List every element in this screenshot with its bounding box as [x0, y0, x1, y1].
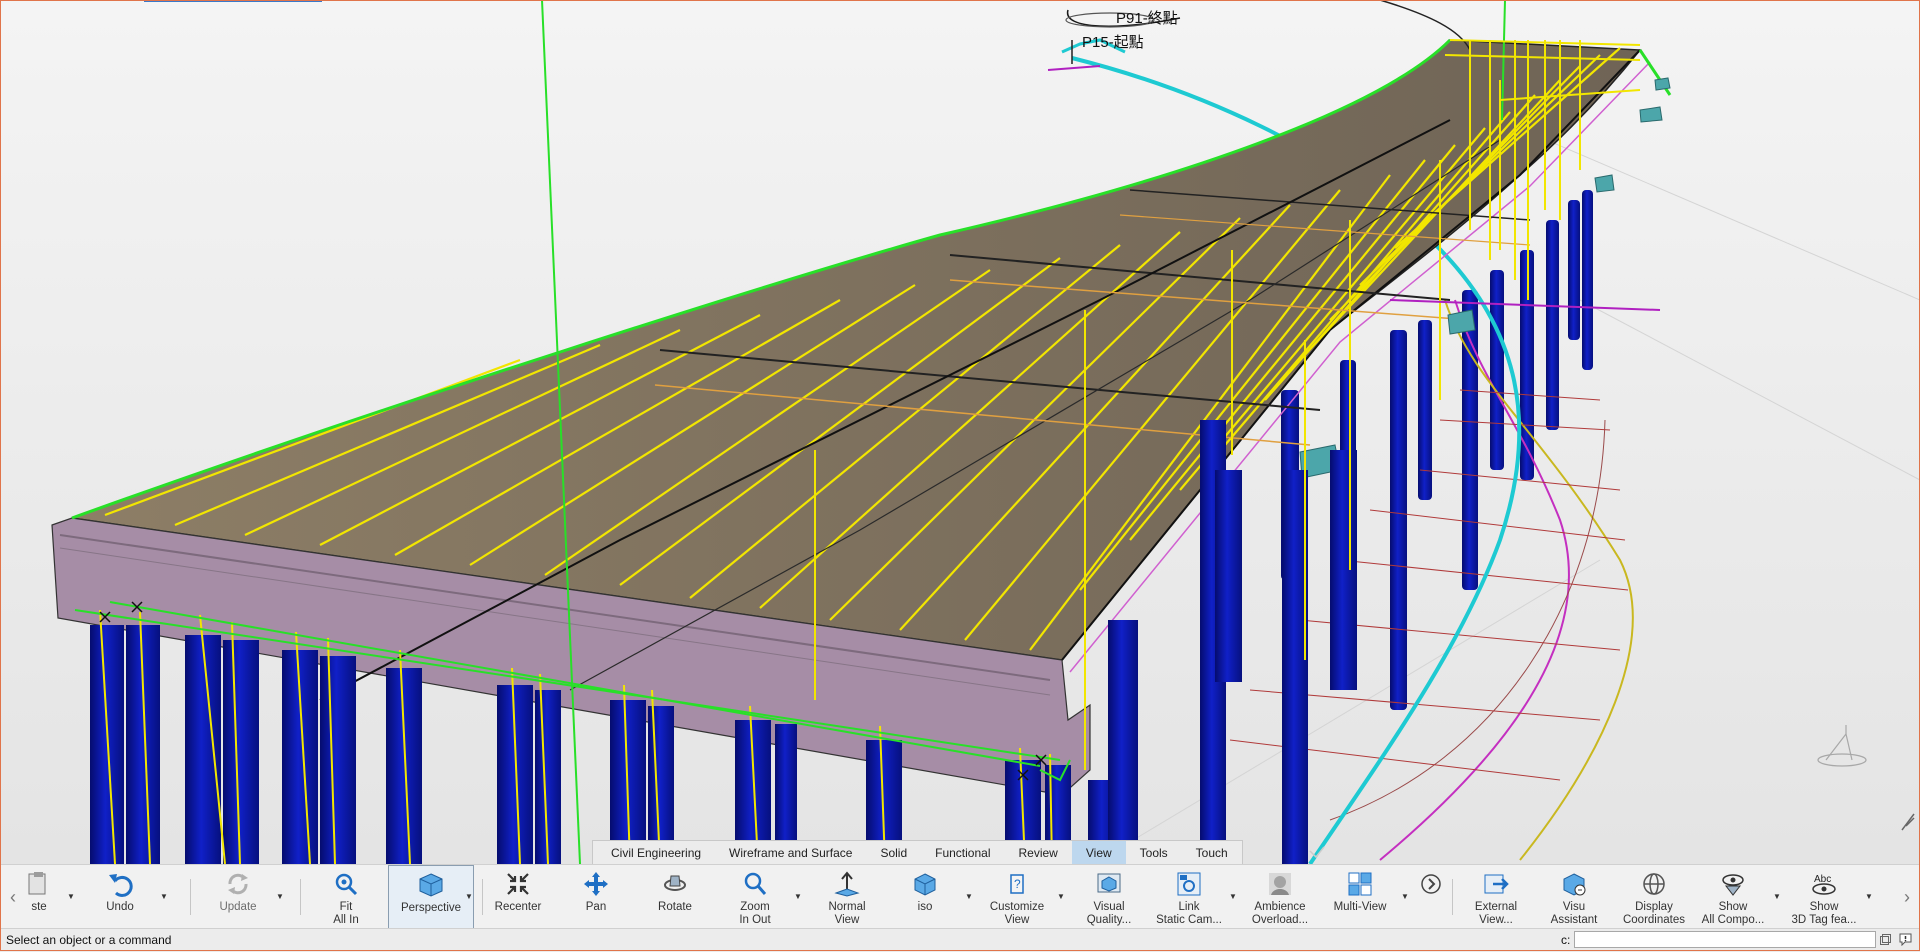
iso-dropdown-icon[interactable]: ▼ [964, 892, 974, 902]
rotate-button[interactable]: Rotate [654, 865, 696, 929]
separator [300, 879, 301, 915]
visu-assistant-icon [1559, 869, 1589, 899]
multi-view-icon [1345, 869, 1375, 899]
customize-view-dropdown-icon[interactable]: ▼ [1056, 892, 1066, 902]
separator [190, 879, 191, 915]
workbench-tab-bar: Civil Engineering Wireframe and Surface … [592, 840, 1243, 864]
perspective-cube-icon [416, 870, 446, 900]
ambience-overload-button[interactable]: Ambience Overload... [1252, 865, 1308, 929]
tab-touch[interactable]: Touch [1182, 841, 1242, 864]
show-all-components-button[interactable]: Show All Compo... [1698, 865, 1768, 929]
restore-window-icon[interactable] [1880, 934, 1891, 945]
status-message: Select an object or a command [6, 933, 172, 947]
svg-text:?: ? [1014, 877, 1021, 891]
start-point-label: P15-起點 [1082, 34, 1144, 51]
link-static-camera-button[interactable]: Link Static Cam... [1156, 865, 1222, 929]
tab-civil-engineering[interactable]: Civil Engineering [593, 841, 715, 864]
perspective-dropdown-icon[interactable]: ▼ [464, 892, 474, 902]
show-3d-tag-button[interactable]: Abc Show 3D Tag fea... [1784, 865, 1864, 929]
update-dropdown-icon[interactable]: ▼ [275, 892, 285, 902]
zoom-icon [740, 869, 770, 899]
multi-view-dropdown-icon[interactable]: ▼ [1400, 892, 1410, 902]
command-label: c: [1561, 933, 1571, 947]
perspective-button[interactable]: Perspective [388, 865, 474, 929]
update-button[interactable]: Update [214, 865, 262, 929]
recenter-icon [503, 869, 533, 899]
ambience-icon [1265, 869, 1295, 899]
link-camera-dropdown-icon[interactable]: ▼ [1228, 892, 1238, 902]
external-view-button[interactable]: External View... [1474, 865, 1518, 929]
tab-solid[interactable]: Solid [866, 841, 921, 864]
globe-coordinates-icon [1639, 869, 1669, 899]
iso-view-button[interactable]: iso [912, 865, 938, 929]
tab-view[interactable]: View [1071, 841, 1126, 864]
show-components-icon [1718, 869, 1748, 899]
undo-icon [105, 869, 135, 899]
3d-viewport[interactable]: P91-終點 P15-起點 Civil Engineering Wirefram… [0, 0, 1920, 864]
status-bar: Select an object or a command c: [0, 928, 1920, 952]
display-coordinates-button[interactable]: Display Coordinates [1622, 865, 1686, 929]
bridge-model-scene[interactable]: P91-終點 P15-起點 [0, 0, 1920, 864]
rotate-icon [660, 869, 690, 899]
zoom-in-out-button[interactable]: Zoom In Out [736, 865, 774, 929]
undo-button[interactable]: Undo [100, 865, 140, 929]
separator [482, 879, 483, 915]
paste-button[interactable]: ste [22, 865, 56, 929]
zoom-dropdown-icon[interactable]: ▼ [793, 892, 803, 902]
tab-review[interactable]: Review [1005, 841, 1072, 864]
orientation-compass-icon[interactable] [1817, 725, 1867, 767]
pan-arrows-icon [581, 869, 611, 899]
paste-icon [24, 869, 54, 899]
paste-dropdown-icon[interactable]: ▼ [66, 892, 76, 902]
recenter-button[interactable]: Recenter [494, 865, 542, 929]
fit-all-in-icon [331, 869, 361, 899]
alert-icon[interactable] [1899, 933, 1912, 946]
scroll-left-icon[interactable]: ‹ [2, 865, 24, 929]
link-camera-icon [1174, 869, 1204, 899]
multi-view-button[interactable]: Multi-View [1330, 865, 1390, 929]
undo-dropdown-icon[interactable]: ▼ [159, 892, 169, 902]
iso-cube-icon [910, 869, 940, 899]
update-icon [223, 869, 253, 899]
action-bar: ‹ ste ▼ Undo ▼ Update ▼ Fit All In Persp… [0, 864, 1920, 929]
external-view-icon [1481, 869, 1511, 899]
fit-all-in-button[interactable]: Fit All In [326, 865, 366, 929]
customize-view-button[interactable]: ? Customize View [990, 865, 1044, 929]
visual-quality-icon [1094, 869, 1124, 899]
normal-view-button[interactable]: Normal View [826, 865, 868, 929]
chevron-right-icon [1416, 869, 1446, 899]
more-commands-button[interactable] [1418, 865, 1444, 929]
show-3d-tag-dropdown-icon[interactable]: ▼ [1864, 892, 1874, 902]
tab-wireframe-and-surface[interactable]: Wireframe and Surface [715, 841, 866, 864]
tab-tools[interactable]: Tools [1126, 841, 1182, 864]
pan-button[interactable]: Pan [576, 865, 616, 929]
command-input[interactable] [1574, 931, 1876, 948]
show-components-dropdown-icon[interactable]: ▼ [1772, 892, 1782, 902]
resize-grip-icon[interactable] [1901, 813, 1915, 831]
separator [1452, 879, 1453, 915]
tab-functional[interactable]: Functional [921, 841, 1004, 864]
end-point-label: P91-終點 [1116, 10, 1178, 27]
scroll-right-icon[interactable]: › [1896, 865, 1918, 929]
show-3d-tag-icon: Abc [1809, 869, 1839, 899]
customize-view-icon: ? [1002, 869, 1032, 899]
visu-assistant-button[interactable]: Visu Assistant [1551, 865, 1597, 929]
normal-view-icon [832, 869, 862, 899]
visual-quality-button[interactable]: Visual Quality... [1087, 865, 1131, 929]
